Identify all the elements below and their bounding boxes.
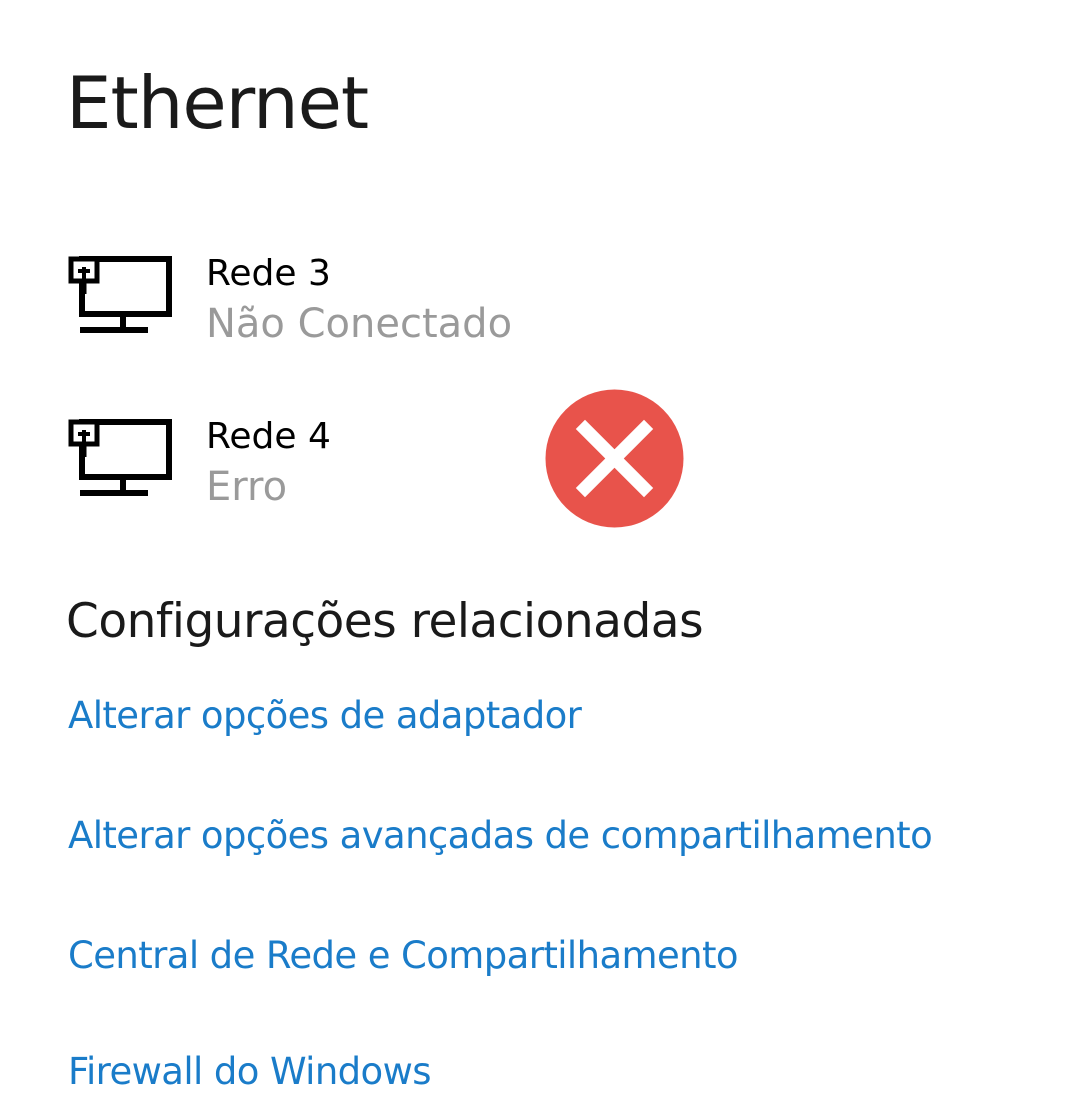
network-name: Rede 3 [206,253,331,294]
network-item-rede-4[interactable]: Rede 4 Erro [68,415,548,525]
related-settings-title: Configurações relacionadas [66,594,704,649]
network-status: Erro [206,464,288,510]
link-advanced-sharing-options[interactable]: Alterar opções avançadas de compartilham… [68,812,933,860]
network-computer-icon [68,419,172,496]
link-network-sharing-center[interactable]: Central de Rede e Compartilhamento [68,932,739,980]
link-adapter-options[interactable]: Alterar opções de adaptador [68,692,582,740]
network-name: Rede 4 [206,416,331,457]
network-computer-icon [68,256,172,333]
error-x-icon [545,389,684,528]
page-title: Ethernet [66,61,369,145]
network-status: Não Conectado [206,301,513,347]
link-windows-firewall[interactable]: Firewall do Windows [68,1048,432,1096]
network-item-rede-3[interactable]: Rede 3 Não Conectado [68,252,548,362]
